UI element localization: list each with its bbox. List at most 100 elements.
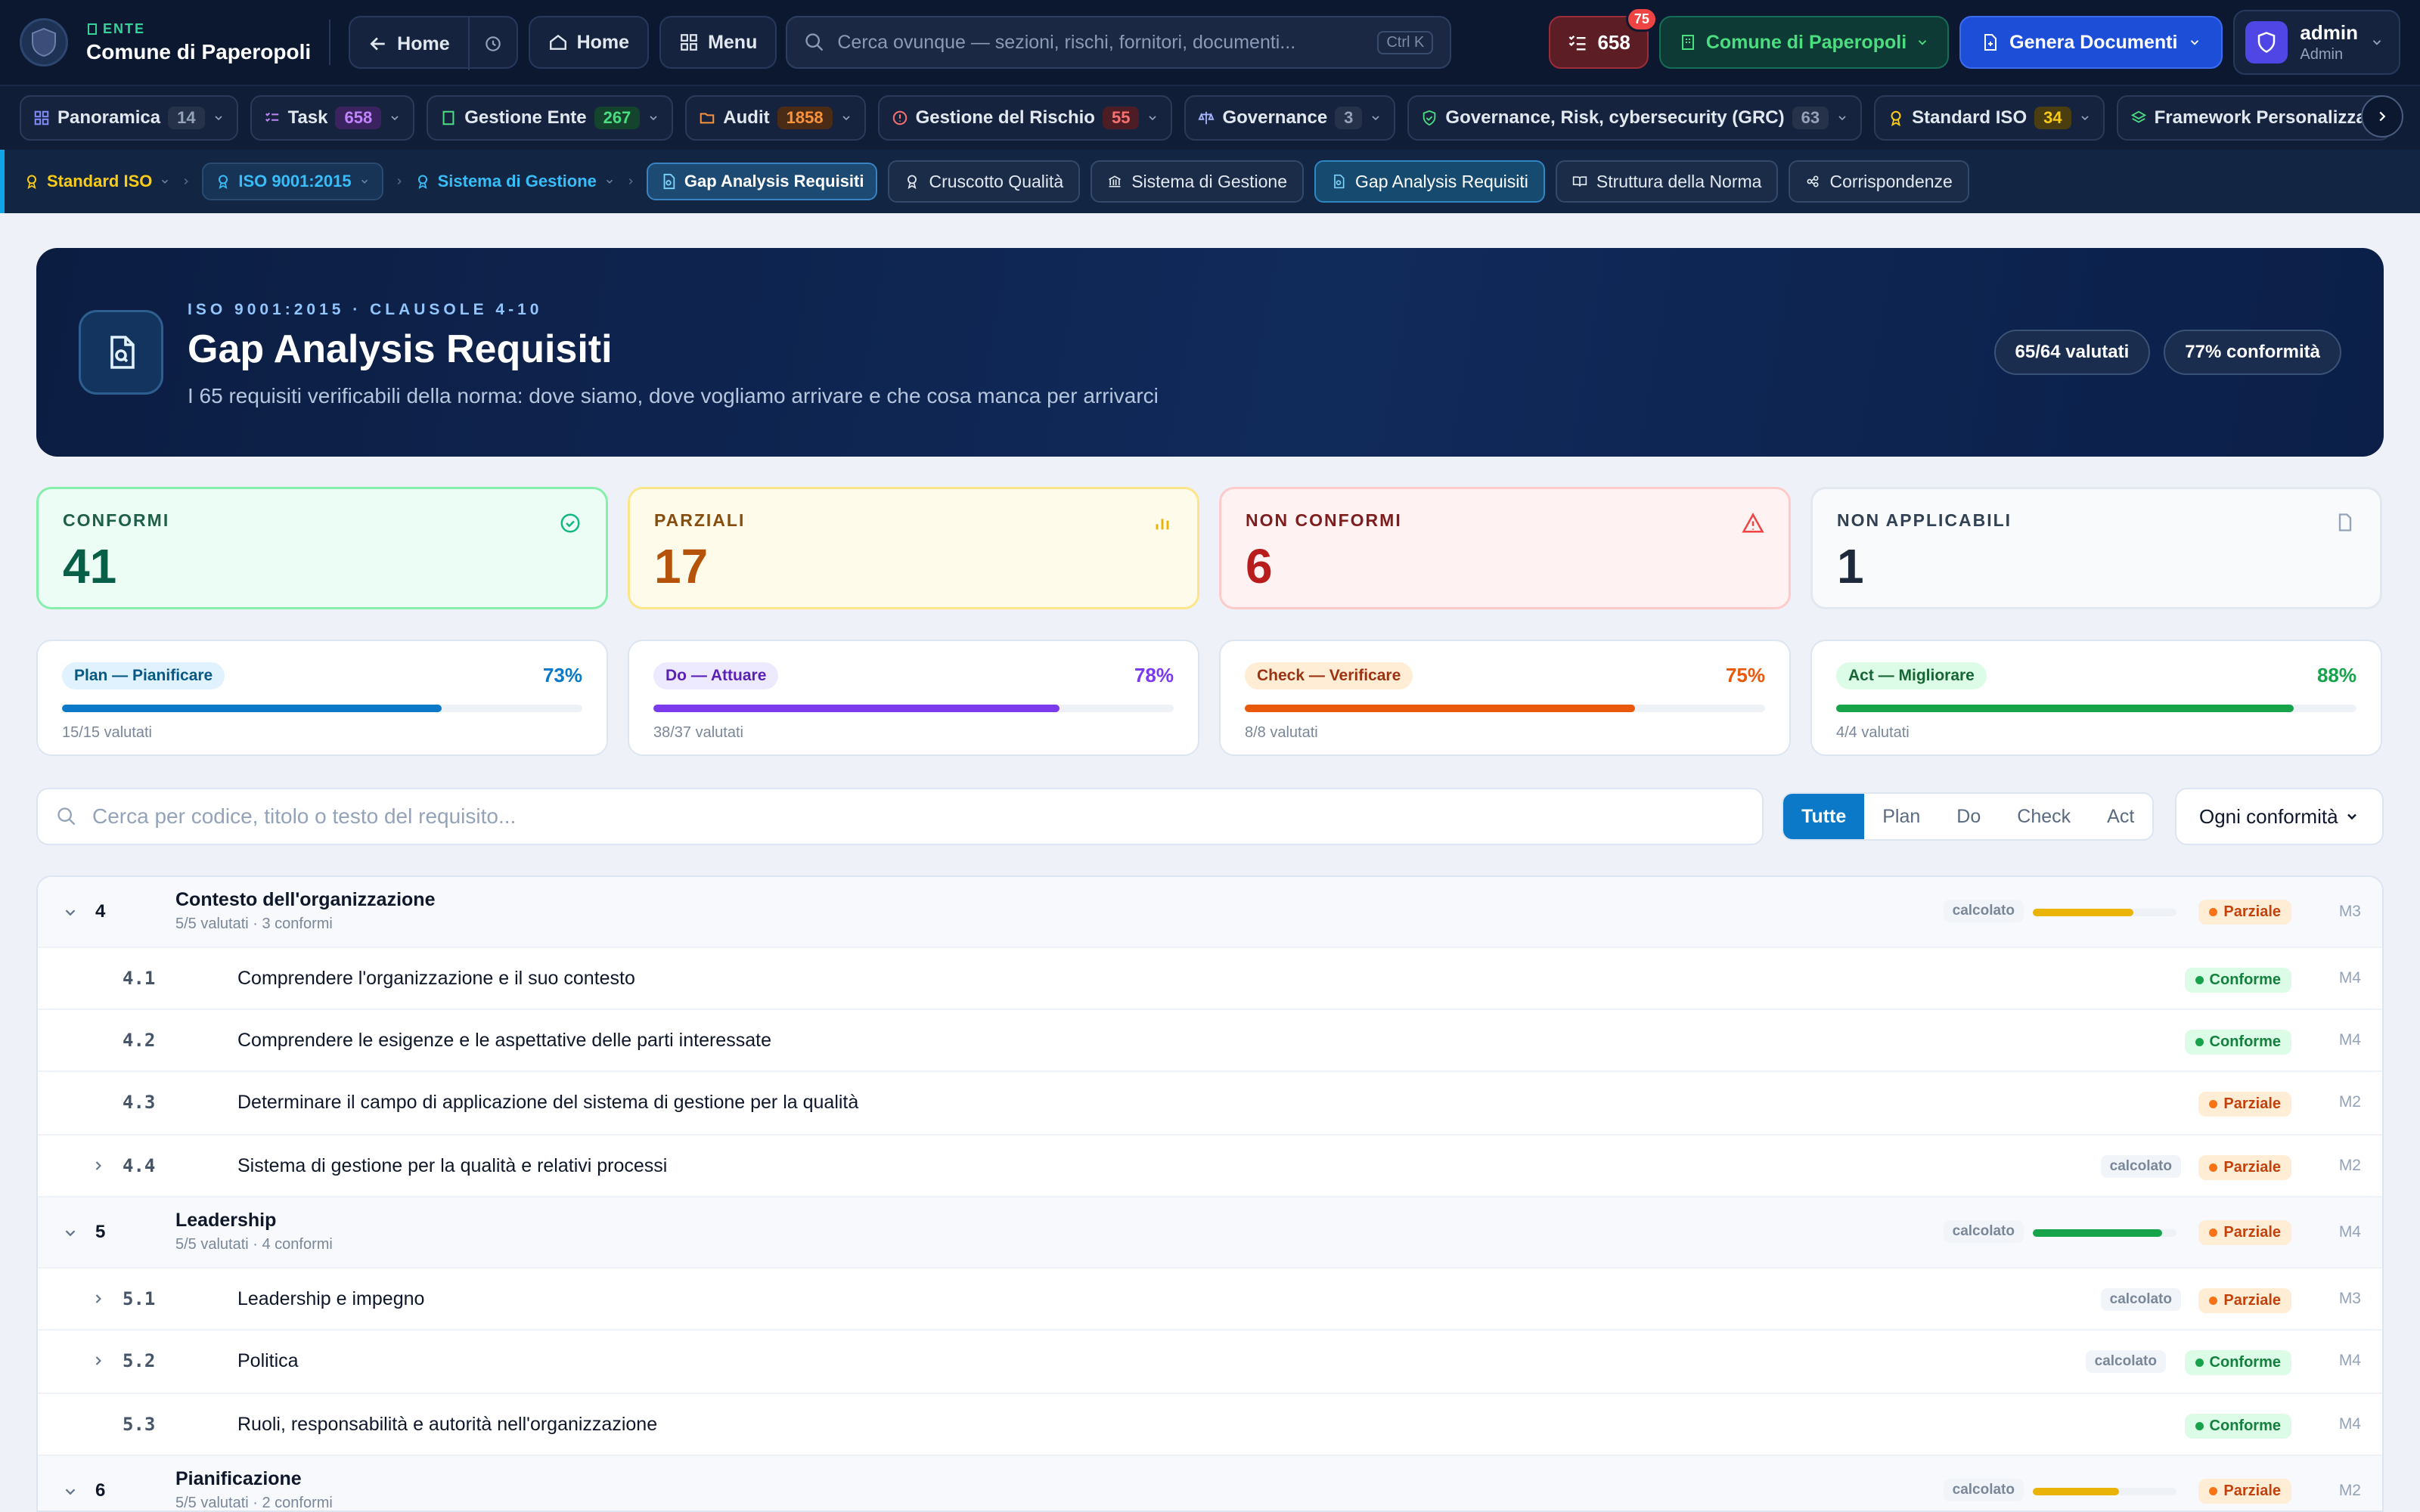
home-button[interactable]: Home bbox=[528, 16, 650, 69]
status-badge: Parziale bbox=[2198, 1092, 2291, 1117]
ente-logo bbox=[20, 18, 68, 67]
module-task[interactable]: Task 658 bbox=[250, 95, 415, 141]
user-role: Admin bbox=[2300, 46, 2344, 63]
tab-struttura-norma[interactable]: Struttura della Norma bbox=[1555, 160, 1779, 203]
filter-check[interactable]: Check bbox=[1999, 794, 2089, 839]
module-gestione-ente[interactable]: Gestione Ente 267 bbox=[427, 95, 674, 141]
maturity-level: M2 bbox=[2338, 1482, 2361, 1499]
computed-tag: calcolato bbox=[1943, 1220, 2024, 1243]
tab-sistema-gestione[interactable]: Sistema di Gestione bbox=[1091, 160, 1305, 203]
back-home-button[interactable]: Home bbox=[350, 17, 467, 70]
breadcrumb-sistema-gestione[interactable]: Sistema di Gestione bbox=[415, 172, 615, 191]
phase-do: Do — Attuare 78% 38/37 valutati bbox=[628, 640, 1199, 756]
history-button[interactable] bbox=[467, 17, 517, 70]
status-badge: Parziale bbox=[2198, 900, 2291, 925]
maturity-level: M4 bbox=[2338, 1031, 2361, 1049]
module-standard-iso[interactable]: Standard ISO 34 bbox=[1874, 95, 2105, 141]
folder-icon bbox=[700, 113, 715, 124]
search-icon bbox=[805, 33, 824, 51]
chevron-down-icon[interactable] bbox=[62, 1483, 79, 1500]
bar-chart-icon bbox=[1156, 519, 1169, 530]
chevron-right-icon bbox=[397, 178, 402, 185]
shield-icon bbox=[2258, 32, 2276, 53]
phase-do-bar bbox=[653, 705, 1060, 712]
nav-scroll-right-button[interactable] bbox=[2361, 95, 2403, 138]
computed-tag: calcolato bbox=[2100, 1288, 2181, 1311]
filter-act[interactable]: Act bbox=[2089, 794, 2152, 839]
generate-documents-button[interactable]: Genera Documenti bbox=[1959, 16, 2223, 69]
chevron-right-icon[interactable] bbox=[91, 1158, 106, 1173]
chevron-right-icon[interactable] bbox=[91, 1291, 106, 1306]
computed-tag: calcolato bbox=[1943, 1479, 2024, 1501]
tasks-button[interactable]: 658 75 bbox=[1549, 7, 1658, 69]
global-search-input[interactable]: Cerca ovunque — sezioni, rischi, fornito… bbox=[786, 16, 1452, 69]
maturity-level: M4 bbox=[2338, 1223, 2361, 1241]
module-grc[interactable]: Governance, Risk, cybersecurity (GRC) 63 bbox=[1407, 95, 1863, 141]
module-governance[interactable]: Governance 3 bbox=[1184, 95, 1396, 141]
chevron-down-icon[interactable] bbox=[62, 1225, 79, 1241]
requirement-row-4-1[interactable]: 4.1 Comprendere l'organizzazione e il su… bbox=[38, 948, 2382, 1010]
requirement-row-5-2[interactable]: 5.2 Politica calcolato Conforme M4 bbox=[38, 1331, 2382, 1394]
requirement-row-4-3[interactable]: 4.3 Determinare il campo di applicazione… bbox=[38, 1072, 2382, 1136]
computed-tag: calcolato bbox=[2100, 1155, 2181, 1178]
building-icon bbox=[1681, 35, 1694, 50]
file-icon bbox=[2338, 513, 2352, 531]
ente-block: ENTE Comune di Paperopoli bbox=[86, 21, 311, 64]
filter-do[interactable]: Do bbox=[1938, 794, 1999, 839]
computed-tag: calcolato bbox=[1943, 900, 2024, 922]
maturity-level: M2 bbox=[2338, 1157, 2361, 1174]
clause-row-6[interactable]: 6 Pianificazione 5/5 valutati · 2 confor… bbox=[38, 1456, 2382, 1510]
ente-select-button[interactable]: Comune di Paperopoli bbox=[1658, 16, 1950, 69]
kpi-non-applicabili: NON APPLICABILI 1 bbox=[1810, 487, 2382, 609]
status-badge: Conforme bbox=[2184, 1414, 2291, 1439]
clause-row-5[interactable]: 5 Leadership 5/5 valutati · 4 conformi c… bbox=[38, 1198, 2382, 1269]
clause-progress-bar bbox=[2033, 1488, 2119, 1495]
chevron-down-icon bbox=[391, 116, 399, 121]
module-nav: Panoramica 14 Task 658 Gestione Ente 267… bbox=[0, 85, 2420, 150]
chevron-down-icon bbox=[1372, 116, 1380, 121]
module-audit[interactable]: Audit 1858 bbox=[685, 95, 866, 141]
module-gestione-rischio[interactable]: Gestione del Rischio 55 bbox=[877, 95, 1173, 141]
tab-corrispondenze[interactable]: Corrispondenze bbox=[1789, 160, 1969, 203]
maturity-level: M3 bbox=[2338, 903, 2361, 920]
phase-check: Check — Verificare 75% 8/8 valutati bbox=[1219, 640, 1791, 756]
filter-tutte[interactable]: Tutte bbox=[1783, 794, 1865, 839]
chevron-down-icon bbox=[606, 179, 613, 184]
breadcrumb-current[interactable]: Gap Analysis Requisiti bbox=[646, 163, 878, 200]
file-search-icon bbox=[1334, 174, 1345, 189]
page-title: Gap Analysis Requisiti bbox=[188, 327, 613, 371]
award-icon bbox=[1891, 110, 1901, 126]
page-subtitle: I 65 requisiti verificabili della norma:… bbox=[188, 384, 1159, 407]
filter-plan[interactable]: Plan bbox=[1864, 794, 1938, 839]
file-search-icon bbox=[79, 310, 163, 395]
chevron-down-icon bbox=[842, 116, 850, 121]
requirement-row-4-2[interactable]: 4.2 Comprendere le esigenze e le aspetta… bbox=[38, 1010, 2382, 1072]
requirement-search-input[interactable]: Cerca per codice, titolo o testo del req… bbox=[36, 788, 1764, 845]
clause-row-4[interactable]: 4 Contesto dell'organizzazione 5/5 valut… bbox=[38, 877, 2382, 948]
requirement-row-5-1[interactable]: 5.1 Leadership e impegno calcolato Parzi… bbox=[38, 1269, 2382, 1331]
search-icon bbox=[57, 807, 76, 826]
tab-cruscotto-qualita[interactable]: Cruscotto Qualità bbox=[888, 160, 1081, 203]
phase-act: Act — Migliorare 88% 4/4 valutati bbox=[1810, 640, 2382, 756]
requirement-row-5-3[interactable]: 5.3 Ruoli, responsabilità e autorità nel… bbox=[38, 1394, 2382, 1456]
chevron-down-icon bbox=[650, 116, 657, 121]
menu-button[interactable]: Menu bbox=[659, 16, 777, 69]
module-framework-personalizzati[interactable]: Framework Personalizzati bbox=[2116, 95, 2391, 141]
conformity-select[interactable]: Ogni conformità bbox=[2175, 788, 2384, 845]
status-badge: Parziale bbox=[2198, 1155, 2291, 1180]
breadcrumb-iso-9001[interactable]: ISO 9001:2015 bbox=[202, 163, 383, 200]
module-panoramica[interactable]: Panoramica 14 bbox=[20, 95, 238, 141]
chevron-down-icon bbox=[1918, 40, 1927, 45]
evaluated-badge: 65/64 valutati bbox=[1993, 330, 2151, 375]
breadcrumb-standard-iso[interactable]: Standard ISO bbox=[24, 172, 170, 191]
chevron-down-icon[interactable] bbox=[62, 904, 79, 921]
kpi-conformi: CONFORMI 41 bbox=[36, 487, 608, 609]
user-menu-button[interactable]: admin Admin bbox=[2233, 10, 2400, 75]
status-badge: Parziale bbox=[2198, 1288, 2291, 1313]
top-bar: ENTE Comune di Paperopoli Home Home Menu… bbox=[0, 0, 2420, 85]
tab-gap-analysis[interactable]: Gap Analysis Requisiti bbox=[1314, 160, 1545, 203]
chevron-right-icon[interactable] bbox=[91, 1353, 106, 1368]
arrow-left-icon bbox=[370, 37, 385, 51]
requirement-row-4-4[interactable]: 4.4 Sistema di gestione per la qualità e… bbox=[38, 1136, 2382, 1198]
status-badge: Parziale bbox=[2198, 1479, 2291, 1504]
